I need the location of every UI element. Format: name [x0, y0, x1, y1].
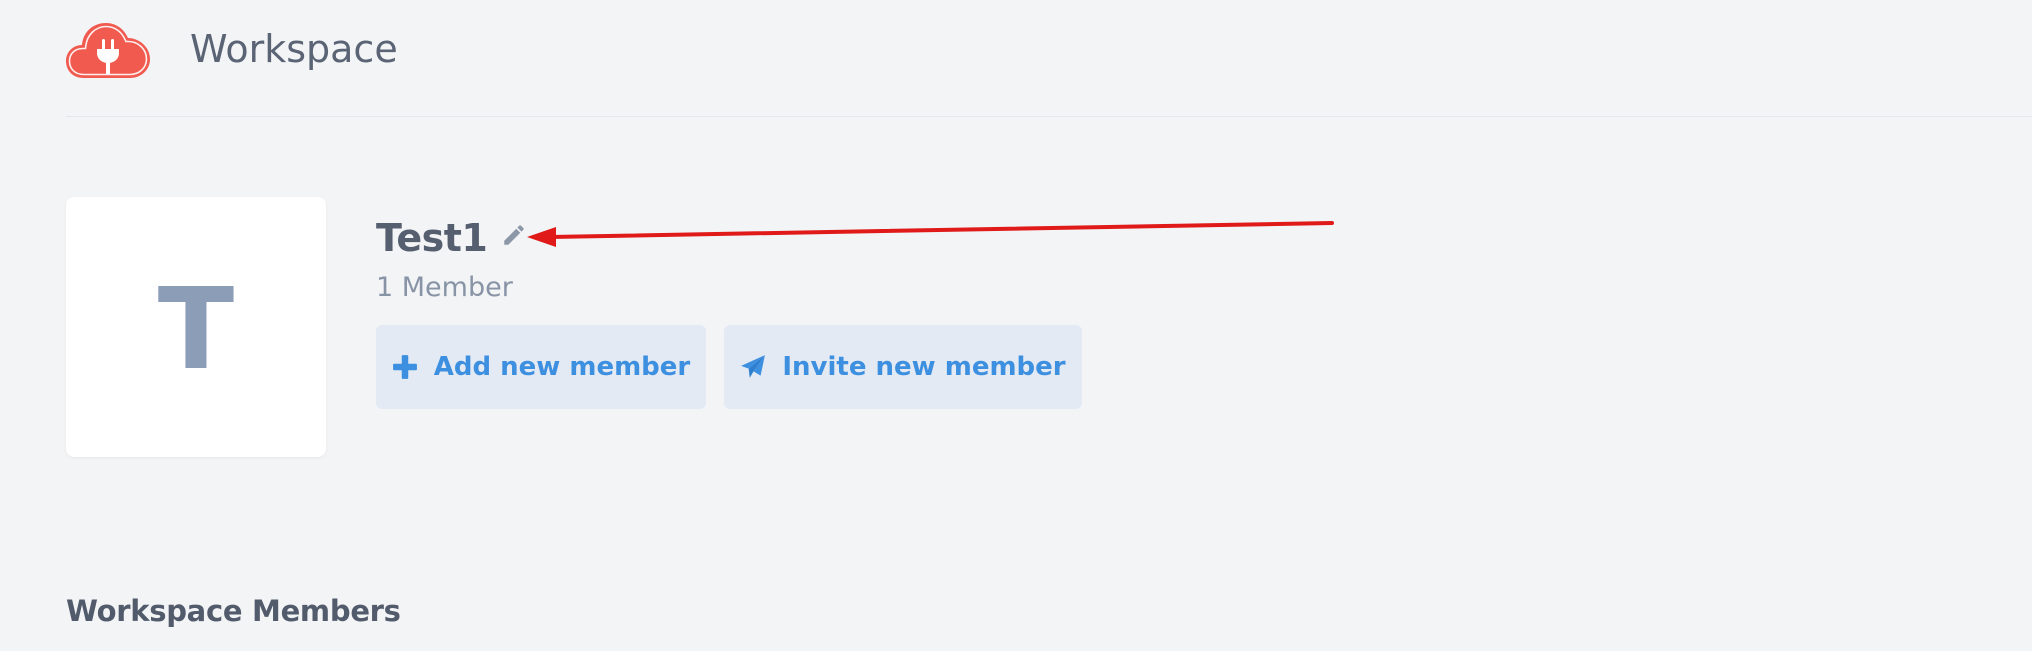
pencil-icon[interactable] — [501, 222, 527, 248]
invite-new-member-label: Invite new member — [782, 352, 1066, 382]
workspace-members-heading: Workspace Members — [66, 594, 401, 628]
cloud-plug-icon[interactable] — [66, 18, 150, 80]
workspace-name: Test1 — [376, 216, 488, 260]
avatar-letter: T — [157, 265, 235, 395]
app-title: Workspace — [190, 27, 398, 71]
app-header: Workspace — [66, 0, 2032, 117]
plus-icon — [392, 355, 417, 379]
add-new-member-button[interactable]: Add new member — [376, 325, 706, 409]
add-new-member-label: Add new member — [433, 352, 691, 382]
paper-plane-icon — [741, 355, 766, 378]
invite-new-member-button[interactable]: Invite new member — [724, 325, 1082, 409]
workspace-avatar: T — [66, 197, 326, 457]
member-count: 1 Member — [376, 272, 513, 303]
workspace-name-row: Test1 — [376, 211, 527, 265]
